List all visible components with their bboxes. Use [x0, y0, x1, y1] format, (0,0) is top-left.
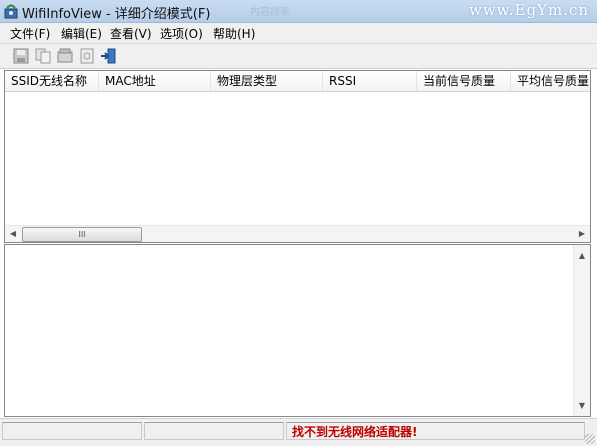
background-tabs-hint: 内容搜索	[250, 7, 290, 18]
network-list[interactable]: SSID无线名称 MAC地址 物理层类型 RSSI 当前信号质量 平均信号质量 …	[4, 70, 591, 243]
window-title: WifiInfoView - 详细介绍模式(F)	[22, 7, 211, 22]
status-segment-1	[2, 422, 142, 440]
title-bar[interactable]: WifiInfoView - 详细介绍模式(F) 内容搜索 www.EgYm.c…	[0, 0, 597, 23]
column-phy-type[interactable]: 物理层类型	[211, 71, 323, 91]
save-icon[interactable]	[12, 47, 30, 65]
menu-help[interactable]: 帮助(H)	[213, 25, 255, 42]
column-mac[interactable]: MAC地址	[99, 71, 211, 91]
horizontal-scroll-thumb[interactable]: III	[22, 227, 142, 242]
menu-options[interactable]: 选项(O)	[160, 25, 203, 42]
column-rssi[interactable]: RSSI	[323, 71, 417, 91]
column-header-row: SSID无线名称 MAC地址 物理层类型 RSSI 当前信号质量 平均信号质量	[5, 71, 590, 92]
html-report-icon[interactable]	[78, 47, 96, 65]
status-segment-2	[144, 422, 284, 440]
column-average-quality[interactable]: 平均信号质量	[511, 71, 590, 91]
status-message: 找不到无线网络适配器!	[292, 425, 418, 439]
properties-icon[interactable]	[56, 47, 74, 65]
column-current-quality[interactable]: 当前信号质量	[417, 71, 511, 91]
menu-edit[interactable]: 编辑(E)	[61, 25, 102, 42]
scroll-down-icon[interactable]: ▼	[574, 398, 590, 414]
detail-pane[interactable]: ▲ ▼	[4, 244, 591, 417]
watermark: www.EgYm.cn	[468, 1, 589, 19]
menu-bar: 文件(F) 编辑(E) 查看(V) 选项(O) 帮助(H)	[0, 23, 597, 44]
column-ssid[interactable]: SSID无线名称	[5, 71, 99, 91]
exit-icon[interactable]	[100, 47, 118, 65]
copy-icon[interactable]	[34, 47, 52, 65]
horizontal-scrollbar[interactable]: ◀ III ▶	[5, 225, 590, 242]
wifi-app-icon	[4, 4, 18, 19]
vertical-scrollbar[interactable]: ▲ ▼	[573, 245, 590, 416]
toolbar	[0, 44, 597, 69]
menu-file[interactable]: 文件(F)	[10, 25, 50, 42]
menu-view[interactable]: 查看(V)	[110, 25, 152, 42]
scroll-left-icon[interactable]: ◀	[5, 226, 21, 242]
scroll-up-icon[interactable]: ▲	[574, 248, 590, 264]
status-bar: 找不到无线网络适配器!	[0, 418, 597, 446]
resize-grip-icon[interactable]	[585, 434, 595, 444]
scroll-right-icon[interactable]: ▶	[574, 226, 590, 242]
